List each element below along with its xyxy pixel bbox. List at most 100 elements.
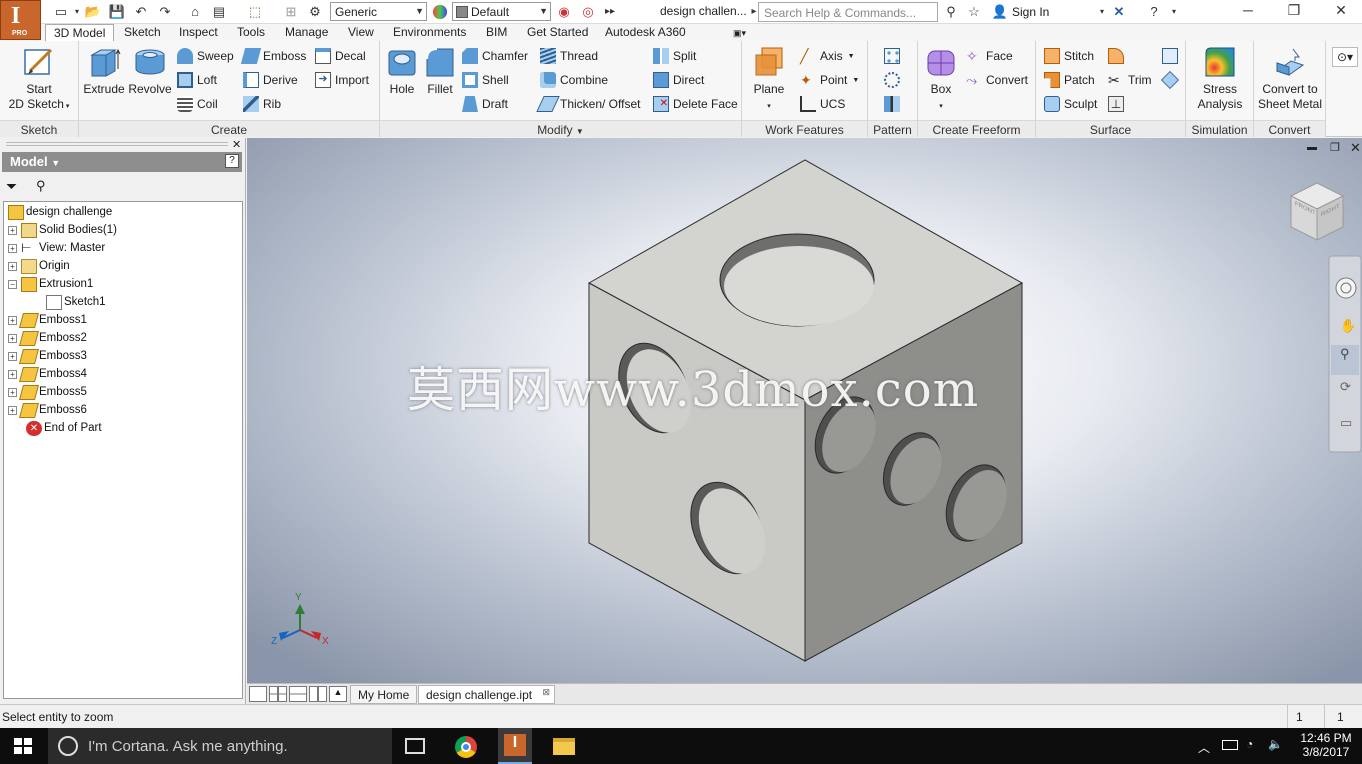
tab-manage[interactable]: Manage	[285, 24, 328, 41]
axis-button[interactable]: ╱ Axis ▼	[800, 46, 855, 66]
tab-sketch[interactable]: Sketch	[124, 24, 161, 41]
document-list-icon[interactable]: ▲	[329, 686, 347, 702]
thicken-offset-button[interactable]: Thicken/ Offset	[536, 94, 640, 114]
stress-analysis-button[interactable]: Stress Analysis	[1190, 45, 1250, 112]
help-icon[interactable]: ?	[225, 154, 239, 168]
sign-in-link[interactable]: Sign In	[1012, 5, 1049, 19]
plane-button[interactable]: Plane ▾	[748, 45, 790, 114]
tab-tools[interactable]: Tools	[237, 24, 265, 41]
derive-button[interactable]: Derive	[243, 70, 298, 90]
pane-close-icon[interactable]: ✕	[232, 138, 241, 151]
sculpt-button[interactable]: Sculpt	[1044, 94, 1097, 114]
volume-icon[interactable]: 🔈	[1268, 737, 1283, 751]
overflow-icon[interactable]: ▸▸	[601, 3, 619, 20]
home-icon[interactable]: ⌂	[186, 3, 204, 20]
tree-node-solid-bodies[interactable]: + Solid Bodies(1)	[8, 221, 117, 239]
trim-button[interactable]: ✂ Trim	[1108, 70, 1152, 90]
expand-icon[interactable]: +	[8, 261, 17, 271]
update-icon[interactable]: ▤	[210, 3, 228, 20]
ucs-button[interactable]: UCS	[800, 94, 845, 114]
panel-label-modify[interactable]: Modify ▼	[380, 120, 741, 137]
tab-inspect[interactable]: Inspect	[179, 24, 218, 41]
patch-button[interactable]: Patch	[1044, 70, 1095, 90]
thread-button[interactable]: Thread	[540, 46, 598, 66]
draft-button[interactable]: Draft	[462, 94, 508, 114]
expand-icon[interactable]: +	[8, 315, 17, 325]
loft-button[interactable]: Loft	[177, 70, 217, 90]
restore-icon[interactable]: ❐	[1279, 2, 1309, 22]
viewport-minimize-icon[interactable]: ▬	[1307, 142, 1317, 153]
task-view-icon[interactable]	[405, 738, 425, 754]
coil-button[interactable]: Coil	[177, 94, 218, 114]
shell-button[interactable]: Shell	[462, 70, 509, 90]
expand-icon[interactable]: +	[8, 225, 17, 235]
split-button[interactable]: Split	[653, 46, 696, 66]
save-icon[interactable]: 💾	[108, 3, 126, 20]
box-button[interactable]: Box ▾	[922, 45, 960, 114]
chrome-icon[interactable]	[455, 736, 477, 758]
ruled-surface-button[interactable]	[1108, 46, 1128, 66]
tab-design-challenge[interactable]: design challenge.ipt ⊠	[418, 685, 556, 704]
circular-pattern-button[interactable]	[884, 70, 904, 90]
inventor-taskbar-button[interactable]: I	[498, 728, 532, 764]
expand-icon[interactable]: +	[8, 351, 17, 361]
wifi-icon[interactable]: ◔	[1246, 737, 1253, 751]
convert-button[interactable]: ⤳ Convert	[966, 70, 1028, 90]
replace-face-button[interactable]	[1162, 46, 1182, 66]
fillet-button[interactable]: Fillet	[422, 45, 458, 97]
extend-button[interactable]: ⊥	[1108, 94, 1128, 114]
direct-button[interactable]: Direct	[653, 70, 704, 90]
binoculars-icon[interactable]: ⚲	[36, 178, 46, 194]
import-button[interactable]: ➜ Import	[315, 70, 369, 90]
tab-autodesk-a360[interactable]: Autodesk A360	[605, 24, 686, 41]
new-dropdown-icon[interactable]: ▾	[72, 3, 82, 20]
tree-node-emboss[interactable]: + Emboss5	[8, 383, 87, 401]
rectangular-pattern-button[interactable]	[884, 46, 904, 66]
close-icon[interactable]: ✕	[1326, 2, 1356, 22]
tile-vertical-icon[interactable]	[309, 686, 327, 702]
adjust-icon[interactable]: ◉	[555, 3, 573, 20]
viewport-restore-icon[interactable]: ❐	[1330, 141, 1340, 154]
tree-node-emboss[interactable]: + Emboss2	[8, 329, 87, 347]
material-select[interactable]: Generic ▼	[330, 2, 427, 21]
help-search-input[interactable]: Search Help & Commands...	[758, 2, 938, 22]
expand-icon[interactable]: +	[8, 243, 17, 253]
combine-button[interactable]: Combine	[540, 70, 608, 90]
close-tab-icon[interactable]: ⊠	[543, 687, 551, 698]
exchange-apps-icon[interactable]: ✕	[1110, 3, 1128, 20]
emboss-button[interactable]: Emboss	[240, 46, 306, 66]
stitch-button[interactable]: Stitch	[1044, 46, 1094, 66]
sweep-button[interactable]: Sweep	[177, 46, 234, 66]
tree-node-view[interactable]: + ⊢ View: Master	[8, 239, 105, 257]
tree-node-origin[interactable]: + Origin	[8, 257, 70, 275]
star-icon[interactable]: ☆	[965, 3, 983, 20]
expand-icon[interactable]: +	[8, 333, 17, 343]
tray-up-icon[interactable]: ︿	[1198, 739, 1210, 756]
zoom-icon[interactable]: ⚲	[1340, 346, 1350, 362]
measure-icon[interactable]: ⊞	[282, 3, 300, 20]
tab-bim[interactable]: BIM	[486, 24, 507, 41]
appearance-select[interactable]: Default ▼	[452, 2, 551, 21]
delete-face-button[interactable]: ✕ Delete Face	[653, 94, 738, 114]
rib-button[interactable]: Rib	[243, 94, 281, 114]
expand-icon[interactable]: +	[8, 369, 17, 379]
tab-get-started[interactable]: Get Started	[527, 24, 588, 41]
extrude-button[interactable]: Extrude	[83, 45, 125, 97]
revolve-button[interactable]: Revolve	[127, 45, 173, 97]
help-dropdown-icon[interactable]: ▾	[1165, 3, 1183, 20]
tree-node-extrusion[interactable]: − Extrusion1	[8, 275, 93, 293]
look-at-icon[interactable]: ▭	[1340, 415, 1352, 431]
chamfer-button[interactable]: Chamfer	[462, 46, 528, 66]
minimize-icon[interactable]: ─	[1233, 2, 1263, 22]
battery-icon[interactable]	[1222, 740, 1238, 750]
cascade-windows-icon[interactable]	[249, 686, 267, 702]
point-button[interactable]: ✦ Point ▼	[800, 70, 859, 90]
start-2d-sketch-button[interactable]: Start 2D Sketch ▾	[6, 45, 72, 114]
new-file-icon[interactable]: ▭	[52, 3, 70, 20]
tile-windows-icon[interactable]	[269, 686, 287, 702]
settings-icon[interactable]: ⚙	[306, 3, 324, 20]
expand-icon[interactable]: +	[8, 387, 17, 397]
graphics-window[interactable]: ▬ ❐ ✕ FRONT RIGHT ✋ ⚲ ⟳ ▭ Y X Z 莫西网www.3…	[247, 138, 1362, 683]
pane-grip[interactable]	[6, 142, 228, 146]
binoculars-icon[interactable]: ⚲	[942, 3, 960, 20]
